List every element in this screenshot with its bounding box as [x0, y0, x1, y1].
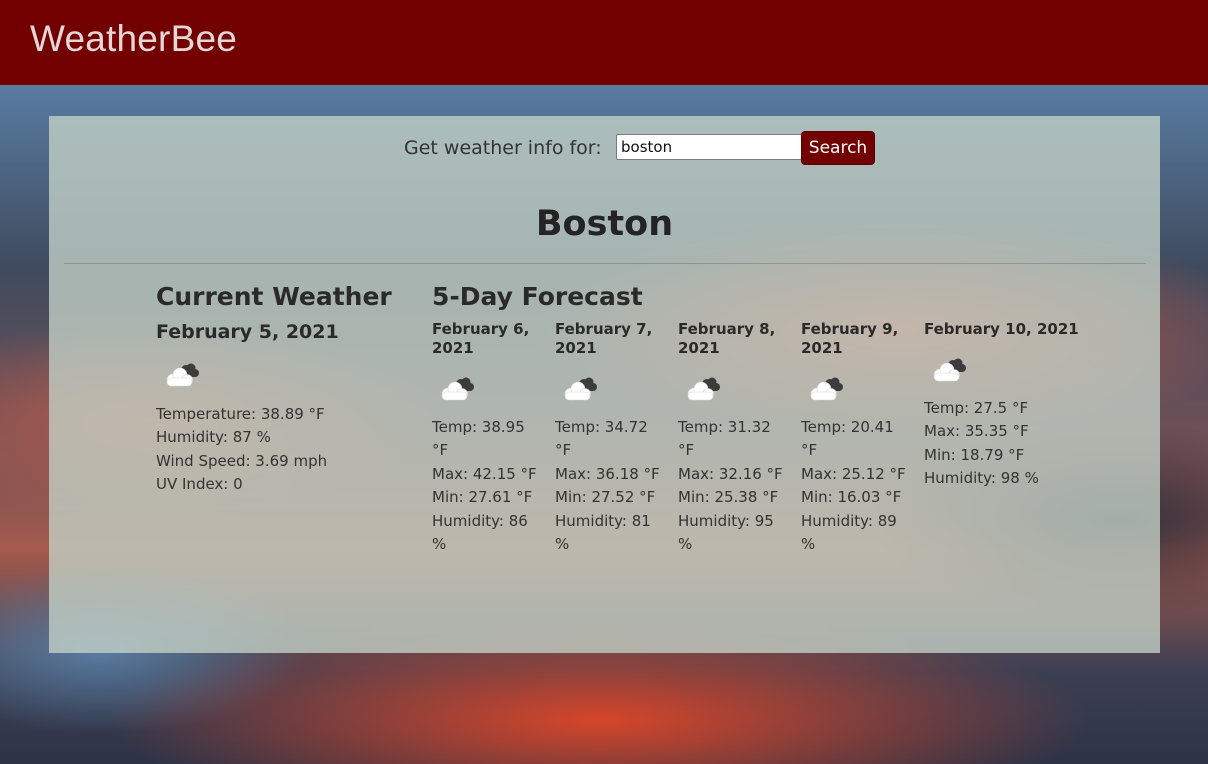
forecast-max: Max: 36.18 °F [555, 464, 660, 483]
forecast-temp-unit: °F [678, 441, 695, 460]
navbar: WeatherBee [0, 0, 1208, 85]
forecast-date-line2: 2021 [801, 339, 843, 357]
city-search-input[interactable] [616, 134, 802, 160]
forecast-day: February 10, 2021 Temp: 27.5 °F Max: 35.… [924, 320, 1079, 487]
forecast-temp-unit: °F [432, 441, 449, 460]
current-temperature: Temperature: 38.89 °F [156, 405, 325, 423]
forecast-humidity-unit: % [432, 535, 447, 554]
weather-panel: Get weather info for: Search Boston Curr… [49, 116, 1160, 653]
forecast-date: February 8, 2021 [678, 320, 796, 358]
forecast-humidity-unit: % [678, 535, 693, 554]
forecast-temp-unit: °F [801, 441, 818, 460]
brand-logo[interactable]: WeatherBee [30, 18, 237, 60]
forecast-day: February 6, 2021 Temp: 38.95 °F Max: 42.… [432, 320, 550, 553]
forecast-details: Temp: 34.72 °F Max: 36.18 °F Min: 27.52 … [555, 416, 660, 556]
forecast-day: February 7, 2021 Temp: 34.72 °F Max: 36.… [555, 320, 673, 553]
forecast-date-line2: 2021 [555, 339, 597, 357]
forecast-min: Min: 25.38 °F [678, 488, 779, 507]
cloudy-icon [933, 358, 966, 382]
forecast-details: Temp: 20.41 °F Max: 25.12 °F Min: 16.03 … [801, 416, 906, 556]
forecast-day: February 9, 2021 Temp: 20.41 °F Max: 25.… [801, 320, 919, 553]
forecast-max: Max: 32.16 °F [678, 464, 783, 483]
current-wind-speed: Wind Speed: 3.69 mph [156, 452, 328, 470]
forecast-temp: Temp: 20.41 [801, 418, 894, 436]
forecast-humidity: Humidity: 95 [678, 511, 774, 530]
forecast-humidity-unit: % [801, 535, 816, 554]
cloudy-icon [564, 377, 597, 401]
forecast-min: Min: 18.79 °F [924, 445, 1025, 464]
forecast-min: Min: 27.61 °F [432, 488, 533, 507]
forecast-details: Temp: 27.5 °F Max: 35.35 °F Min: 18.79 °… [924, 397, 1039, 491]
forecast-heading: 5-Day Forecast [432, 282, 643, 311]
forecast-humidity: Humidity: 89 [801, 511, 897, 530]
forecast-details: Temp: 31.32 °F Max: 32.16 °F Min: 25.38 … [678, 416, 783, 556]
forecast-date-line2: 2021 [678, 339, 720, 357]
forecast-date-line1: February 8, [678, 320, 776, 338]
forecast-temp: Temp: 27.5 °F [924, 399, 1029, 417]
forecast-temp: Temp: 38.95 [432, 418, 525, 436]
forecast-date: February 9, 2021 [801, 320, 919, 358]
city-title: Boston [535, 204, 674, 244]
forecast-humidity: Humidity: 81 [555, 511, 651, 530]
forecast-temp-unit: °F [555, 441, 572, 460]
forecast-humidity: Humidity: 98 % [924, 469, 1039, 488]
forecast-temp: Temp: 34.72 [555, 418, 648, 436]
forecast-day: February 8, 2021 Temp: 31.32 °F Max: 32.… [678, 320, 796, 553]
forecast-max: Max: 25.12 °F [801, 464, 906, 483]
forecast-date-line1: February 6, [432, 320, 530, 338]
cloudy-icon [441, 377, 474, 401]
forecast-date-line1: February 10, 2021 [924, 320, 1079, 338]
divider [64, 263, 1146, 264]
forecast-humidity: Humidity: 86 [432, 511, 528, 530]
forecast-max: Max: 35.35 °F [924, 422, 1029, 441]
forecast-date-line2: 2021 [432, 339, 474, 357]
forecast-min: Min: 27.52 °F [555, 488, 656, 507]
current-weather-heading: Current Weather [156, 282, 392, 311]
forecast-max: Max: 42.15 °F [432, 464, 537, 483]
current-uv-index: UV Index: 0 [156, 475, 243, 493]
forecast-date: February 10, 2021 [924, 320, 1079, 339]
current-humidity: Humidity: 87 % [156, 428, 271, 446]
forecast-temp: Temp: 31.32 [678, 418, 771, 436]
forecast-date: February 6, 2021 [432, 320, 550, 358]
forecast-min: Min: 16.03 °F [801, 488, 902, 507]
forecast-humidity-unit: % [555, 535, 570, 554]
forecast-date-line1: February 7, [555, 320, 653, 338]
current-date: February 5, 2021 [156, 321, 339, 343]
cloudy-icon [810, 377, 843, 401]
forecast-date-line1: February 9, [801, 320, 899, 338]
search-label: Get weather info for: [404, 137, 602, 159]
cloudy-icon [687, 377, 720, 401]
cloudy-icon [166, 363, 199, 387]
search-bar: Get weather info for: Search [49, 131, 1160, 165]
forecast-date: February 7, 2021 [555, 320, 673, 358]
forecast-details: Temp: 38.95 °F Max: 42.15 °F Min: 27.61 … [432, 416, 537, 556]
search-button[interactable]: Search [801, 131, 875, 165]
